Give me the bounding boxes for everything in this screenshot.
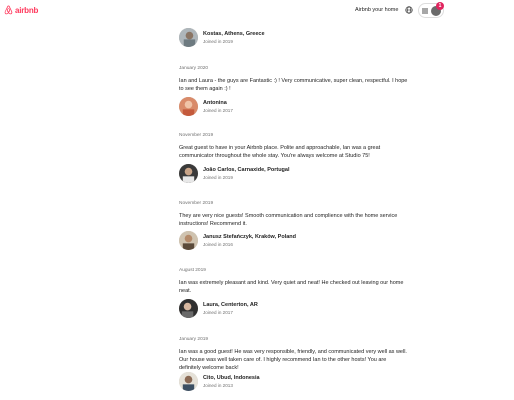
airbnb-logo[interactable]: airbnb — [3, 4, 38, 16]
review-item: November 2019 Great guest to have in you… — [179, 133, 409, 160]
reviewer-joined: Joined in 2016 — [203, 242, 233, 247]
reviewer-joined: Joined in 2017 — [203, 108, 233, 113]
airbnb-logo-icon — [4, 5, 13, 15]
review-text: Great guest to have in your Airbnb place… — [179, 145, 381, 159]
reviewer-avatar[interactable] — [179, 97, 198, 116]
reviewer-name[interactable]: Antonina — [203, 100, 227, 106]
reviewer-name[interactable]: João Carlos, Carnaxide, Portugal — [203, 167, 290, 173]
reviewer-name[interactable]: Janusz Stefańczyk, Kraków, Poland — [203, 234, 296, 240]
review-date: January 2019 — [179, 337, 209, 342]
reviewer-avatar[interactable] — [179, 231, 198, 250]
reviewer-joined: Joined in 2017 — [203, 310, 233, 315]
review-text: Ian was extremely pleasant and kind. Ver… — [179, 280, 404, 294]
review-text: Ian was a good guest! He was very respon… — [179, 349, 407, 371]
reviewer-photo-icon — [179, 28, 198, 47]
reviewer-avatar[interactable] — [179, 299, 198, 318]
globe-icon[interactable] — [405, 6, 413, 14]
reviewer-name[interactable]: Cito, Ubud, Indonesia — [203, 375, 260, 381]
review-date: January 2020 — [179, 66, 209, 71]
reviewer-photo-icon — [179, 97, 198, 116]
reviewer-name[interactable]: Kostas, Athens, Greece — [203, 31, 265, 37]
reviewer-block: Antonina Joined in 2017 — [179, 97, 379, 117]
reviewer-joined: Joined in 2019 — [203, 175, 233, 180]
reviewer-block: Laura, Centerton, AR Joined in 2017 — [179, 299, 379, 319]
reviewer-block: João Carlos, Carnaxide, Portugal Joined … — [179, 164, 379, 184]
reviewer-avatar[interactable] — [179, 28, 198, 47]
reviewer-joined: Joined in 2019 — [203, 39, 233, 44]
review-date: November 2019 — [179, 133, 214, 138]
top-nav: airbnb Airbnb your home 1 — [0, 0, 514, 22]
reviewer-joined: Joined in 2013 — [203, 383, 233, 388]
review-item: August 2019 Ian was extremely pleasant a… — [179, 268, 409, 295]
review-text: Ian and Laura - the guys are Fantastic :… — [179, 78, 408, 92]
reviewer-photo-icon — [179, 372, 198, 391]
reviewer-block: Cito, Ubud, Indonesia Joined in 2013 — [179, 372, 379, 392]
reviewer-block: Janusz Stefańczyk, Kraków, Poland Joined… — [179, 231, 379, 251]
reviewer-photo-icon — [179, 231, 198, 250]
review-date: November 2019 — [179, 201, 214, 206]
reviewer-photo-icon — [179, 299, 198, 318]
airbnb-your-home-link[interactable]: Airbnb your home — [355, 7, 398, 13]
review-text: They are very nice guests! Smooth commun… — [179, 213, 398, 227]
reviewer-photo-icon — [179, 164, 198, 183]
reviewer-avatar[interactable] — [179, 164, 198, 183]
review-date: August 2019 — [179, 268, 206, 273]
review-item: November 2019 They are very nice guests!… — [179, 201, 409, 228]
reviewer-name[interactable]: Laura, Centerton, AR — [203, 302, 258, 308]
review-item: January 2020 Ian and Laura - the guys ar… — [179, 66, 409, 93]
review-item: January 2019 Ian was a good guest! He wa… — [179, 337, 409, 372]
notification-badge: 1 — [436, 2, 444, 10]
reviewer-block: Kostas, Athens, Greece Joined in 2019 — [179, 28, 379, 48]
menu-icon — [422, 8, 428, 14]
reviewer-avatar[interactable] — [179, 372, 198, 391]
logo-text: airbnb — [15, 5, 39, 15]
